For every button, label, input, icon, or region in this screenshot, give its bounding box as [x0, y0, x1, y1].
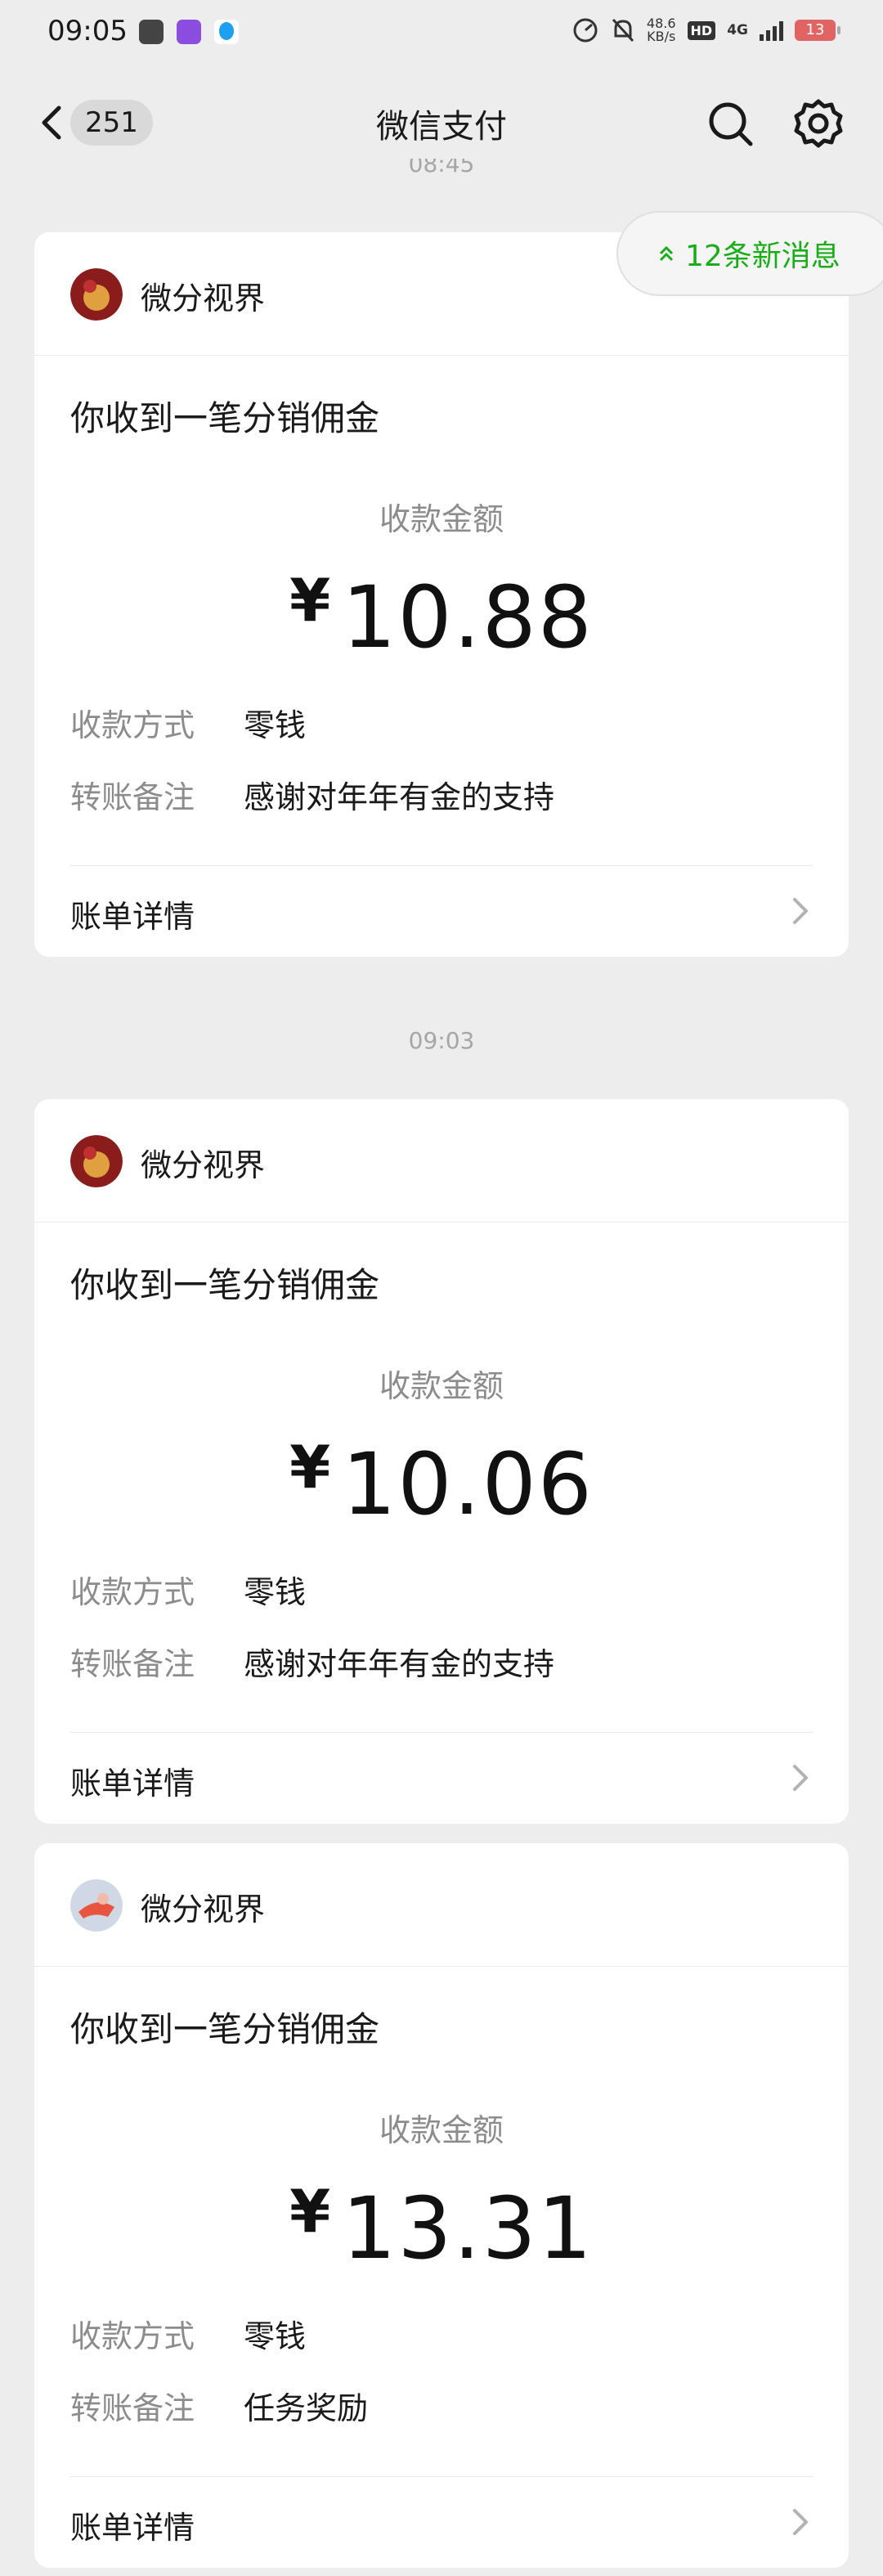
note-value: 感谢对年年有金的支持 — [244, 1646, 555, 1682]
amount-value: 10.06 — [342, 1434, 594, 1534]
sender-name: 微分视界 — [141, 1147, 266, 1183]
amount: ¥13.31 — [34, 2177, 849, 2278]
card-title: 你收到一笔分销佣金 — [70, 2009, 380, 2049]
avatar — [70, 1879, 123, 1932]
divider — [70, 1732, 813, 1733]
search-icon[interactable] — [705, 98, 757, 150]
time-separator-partial: 08:45 — [0, 159, 883, 183]
payment-card[interactable]: 微分视界 你收到一笔分销佣金 收款金额 ¥10.06 收款方式 零钱 转账备注 … — [34, 1099, 849, 1824]
note-label: 转账备注 — [70, 2390, 195, 2426]
bill-detail-link[interactable]: 账单详情 — [70, 891, 195, 936]
amount-label: 收款金额 — [379, 2112, 504, 2148]
method-value: 零钱 — [244, 2318, 307, 2354]
amount-label: 收款金额 — [379, 1368, 504, 1404]
card-header: 微分视界 — [34, 1099, 849, 1223]
gear-icon[interactable] — [791, 96, 845, 150]
qq-app-icon — [214, 20, 239, 44]
method-value: 零钱 — [244, 1574, 307, 1610]
network-type: 4G — [727, 22, 748, 38]
game-app-icon — [177, 20, 201, 44]
avatar — [70, 1135, 123, 1187]
time-separator-text: 09:03 — [408, 1027, 475, 1054]
card-title: 你收到一笔分销佣金 — [70, 398, 380, 438]
bill-detail-link[interactable]: 账单详情 — [70, 2502, 195, 2547]
note-label: 转账备注 — [70, 779, 195, 815]
time-separator-text: 08:45 — [408, 159, 475, 177]
chevron-right-icon — [793, 898, 808, 924]
time-separator: 09:03 — [0, 1027, 883, 1054]
chevron-right-icon — [793, 2509, 808, 2535]
note-value: 任务奖励 — [244, 2390, 369, 2426]
currency-symbol: ¥ — [289, 566, 333, 635]
net-speed-unit: KB/s — [647, 29, 676, 44]
method-label: 收款方式 — [70, 1574, 195, 1610]
battery-icon: 13 — [795, 20, 840, 41]
avatar — [70, 268, 123, 321]
currency-symbol: ¥ — [289, 1433, 333, 1501]
mute-bell-icon — [612, 18, 634, 43]
card-header: 微分视界 — [34, 1843, 849, 1967]
speedometer-icon — [573, 18, 598, 43]
amount: ¥10.88 — [34, 566, 849, 667]
note-label: 转账备注 — [70, 1646, 195, 1682]
note-value: 感谢对年年有金的支持 — [244, 779, 555, 815]
amount-label: 收款金额 — [379, 501, 504, 537]
status-time: 09:05 — [47, 15, 128, 47]
amount: ¥10.06 — [34, 1433, 849, 1534]
sender-name: 微分视界 — [141, 1892, 266, 1928]
method-label: 收款方式 — [70, 2318, 195, 2354]
method-value: 零钱 — [244, 707, 307, 743]
amount-value: 13.31 — [342, 2179, 594, 2278]
payment-card[interactable]: 微分视界 你收到一笔分销佣金 收款金额 ¥13.31 收款方式 零钱 转账备注 … — [34, 1843, 849, 2568]
double-chevron-up-icon — [659, 245, 674, 262]
status-bar: 09:05 48.6 KB/s HD 4G 13 — [0, 0, 883, 65]
payment-card[interactable]: 微分视界 你收到一笔分销佣金 收款金额 ¥10.88 收款方式 零钱 转账备注 … — [34, 232, 849, 957]
new-messages-button[interactable]: 12条新消息 — [616, 211, 883, 296]
divider — [70, 2476, 813, 2477]
signal-icon — [760, 20, 783, 41]
amount-value: 10.88 — [342, 568, 594, 667]
bill-detail-link[interactable]: 账单详情 — [70, 1758, 195, 1803]
currency-symbol: ¥ — [289, 2177, 333, 2246]
divider — [70, 865, 813, 866]
new-messages-label: 12条新消息 — [685, 240, 840, 273]
method-label: 收款方式 — [70, 707, 195, 743]
net-speed: 48.6 KB/s — [647, 17, 676, 43]
card-title: 你收到一笔分销佣金 — [70, 1265, 380, 1305]
hd-badge: HD — [687, 20, 716, 40]
chevron-right-icon — [793, 1765, 808, 1791]
sender-name: 微分视界 — [141, 280, 266, 316]
mail-app-icon — [139, 20, 164, 44]
